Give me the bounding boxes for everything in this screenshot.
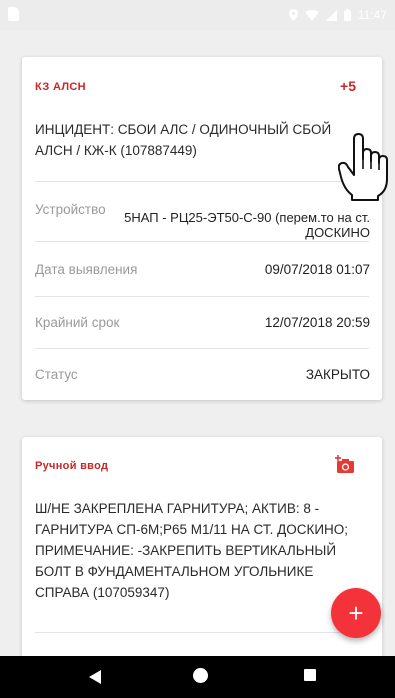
- recent-apps-icon[interactable]: [304, 669, 316, 681]
- battery-icon: [343, 9, 351, 21]
- signal-icon: [325, 9, 337, 21]
- add-button[interactable]: +: [331, 588, 381, 638]
- manual-entry-card[interactable]: Ручной ввод Ш/НЕ ЗАКРЕПЛЕНА ГАРНИТУРА; А…: [22, 437, 382, 667]
- deadline-value: 12/07/2018 20:59: [264, 315, 370, 330]
- deadline-label: Крайний срок: [35, 315, 120, 330]
- card-category: Ручной ввод: [35, 460, 109, 472]
- sim-card-icon: [8, 7, 19, 21]
- status-icons: 11:47: [288, 8, 387, 22]
- divider: [35, 348, 369, 349]
- status-label: Статус: [35, 367, 78, 382]
- divider: [35, 632, 369, 633]
- navigation-bar: [0, 656, 395, 698]
- status-bar: 11:47: [0, 0, 395, 30]
- divider: [35, 296, 369, 297]
- divider: [35, 181, 369, 182]
- entry-description: Ш/НЕ ЗАКРЕПЛЕНА ГАРНИТУРА; АКТИВ: 8 - ГА…: [35, 501, 349, 600]
- back-icon[interactable]: [89, 670, 101, 684]
- extra-count-badge[interactable]: +5: [340, 78, 356, 94]
- location-icon: [288, 9, 298, 21]
- card-category: КЗ АЛСН: [35, 81, 86, 93]
- incident-description: ИНЦИДЕНТ: СБОИ АЛС / ОДИНОЧНЫЙ СБОЙ АЛСН…: [35, 122, 332, 158]
- add-photo-icon[interactable]: [335, 455, 355, 474]
- plus-icon: +: [348, 598, 364, 628]
- wifi-icon: [304, 9, 319, 21]
- incident-card[interactable]: КЗ АЛСН +5 ИНЦИДЕНТ: СБОИ АЛС / ОДИНОЧНЫ…: [22, 57, 382, 400]
- detection-date-value: 09/07/2018 01:07: [264, 262, 370, 277]
- device-value: 5НАП - РЦ25-ЭТ50-С-90 (перем.то на ст. Д…: [124, 210, 370, 240]
- clock: 11:47: [357, 8, 387, 22]
- home-icon[interactable]: [193, 668, 208, 683]
- status-value: ЗАКРЫТО: [305, 367, 370, 382]
- device-label: Устройство: [35, 202, 106, 217]
- hand-pointer-icon: [338, 133, 388, 201]
- detection-date-label: Дата выявления: [35, 262, 138, 277]
- divider: [35, 241, 369, 242]
